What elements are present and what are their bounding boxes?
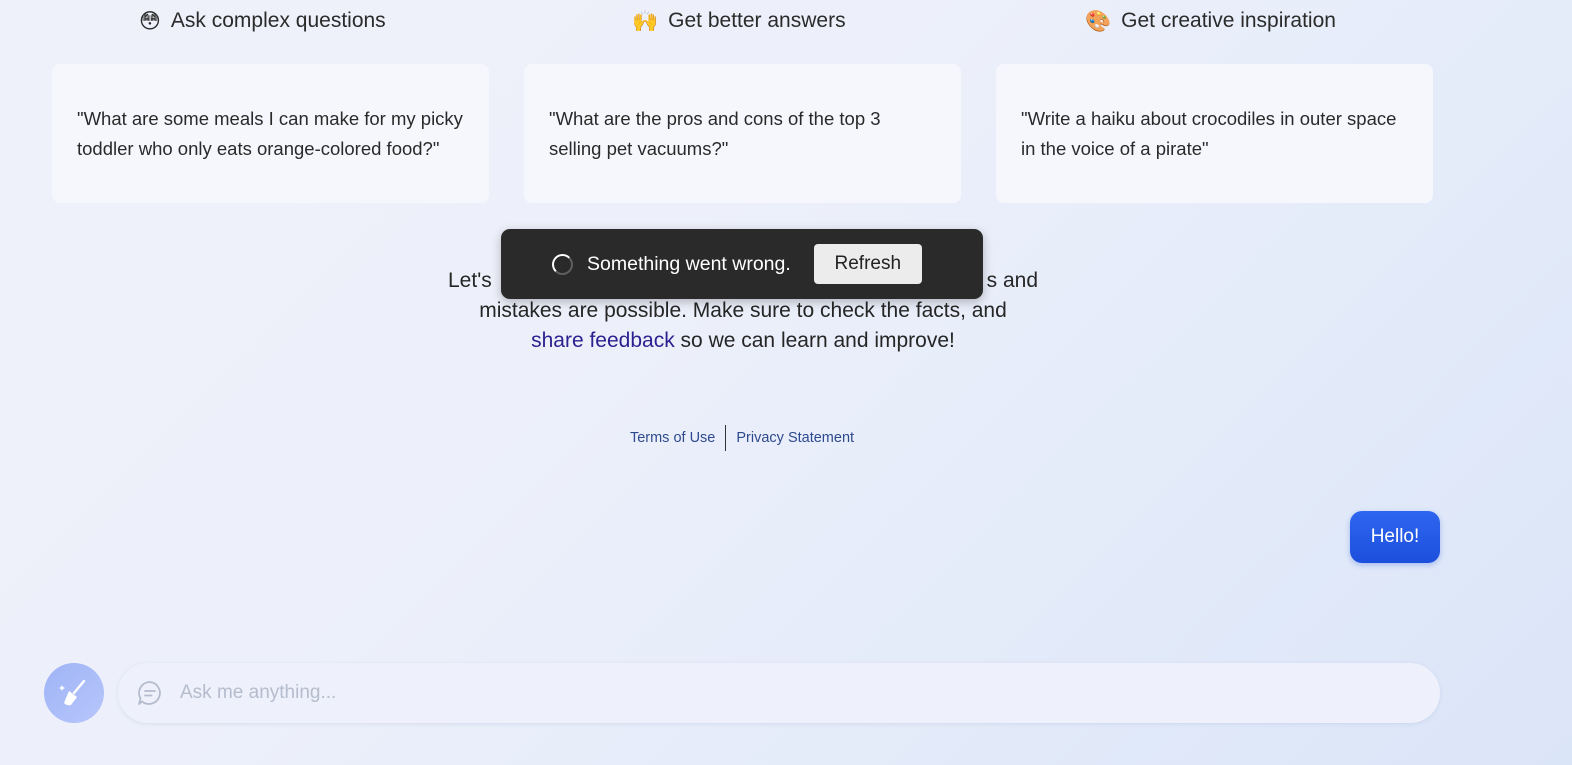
feature-heading-creative: 🎨 Get creative inspiration	[1085, 6, 1336, 36]
feature-heading-ask: 😳 Ask complex questions	[139, 6, 386, 36]
error-toast: Something went wrong. Refresh	[501, 229, 983, 299]
toast-message: Something went wrong.	[587, 252, 791, 275]
astonished-face-icon: 😳	[139, 9, 161, 33]
raised-hands-icon: 🙌	[632, 9, 659, 33]
feature-title: Get better answers	[668, 9, 846, 32]
user-message-text: Hello!	[1370, 526, 1420, 547]
palette-icon: 🎨	[1085, 9, 1112, 33]
example-prompt-card[interactable]: "What are some meals I can make for my p…	[52, 64, 489, 203]
feature-title: Ask complex questions	[170, 9, 386, 32]
feature-heading-answers: 🙌 Get better answers	[632, 6, 846, 36]
example-prompt-card[interactable]: "What are the pros and cons of the top 3…	[524, 64, 961, 203]
disclaimer-line: mistakes are possible. Make sure to chec…	[479, 299, 1007, 322]
user-message-bubble: Hello!	[1350, 511, 1440, 563]
new-topic-button[interactable]	[44, 663, 104, 723]
example-prompt-text: "What are the pros and cons of the top 3…	[549, 107, 881, 159]
chat-input[interactable]	[178, 681, 1382, 705]
share-feedback-link[interactable]: share feedback	[531, 329, 675, 352]
terms-of-use-link[interactable]: Terms of Use	[620, 427, 725, 449]
loading-spinner-icon	[552, 253, 573, 275]
disclaimer-line-tail: so we can learn and improve!	[674, 329, 955, 352]
chat-bubble-icon	[138, 681, 161, 705]
refresh-button[interactable]: Refresh	[813, 244, 922, 284]
example-prompt-card[interactable]: "Write a haiku about crocodiles in outer…	[996, 64, 1433, 203]
feature-title: Get creative inspiration	[1121, 9, 1336, 32]
broom-icon	[59, 679, 86, 706]
privacy-statement-link[interactable]: Privacy Statement	[726, 427, 864, 449]
chat-input-box[interactable]	[118, 663, 1440, 723]
disclaimer-line-start: Let's	[448, 269, 492, 292]
example-prompt-text: "What are some meals I can make for my p…	[77, 107, 463, 159]
disclaimer-line-end: s and	[986, 269, 1038, 292]
legal-links: Terms of Use Privacy Statement	[0, 425, 1484, 451]
example-prompt-text: "Write a haiku about crocodiles in outer…	[1021, 107, 1397, 159]
